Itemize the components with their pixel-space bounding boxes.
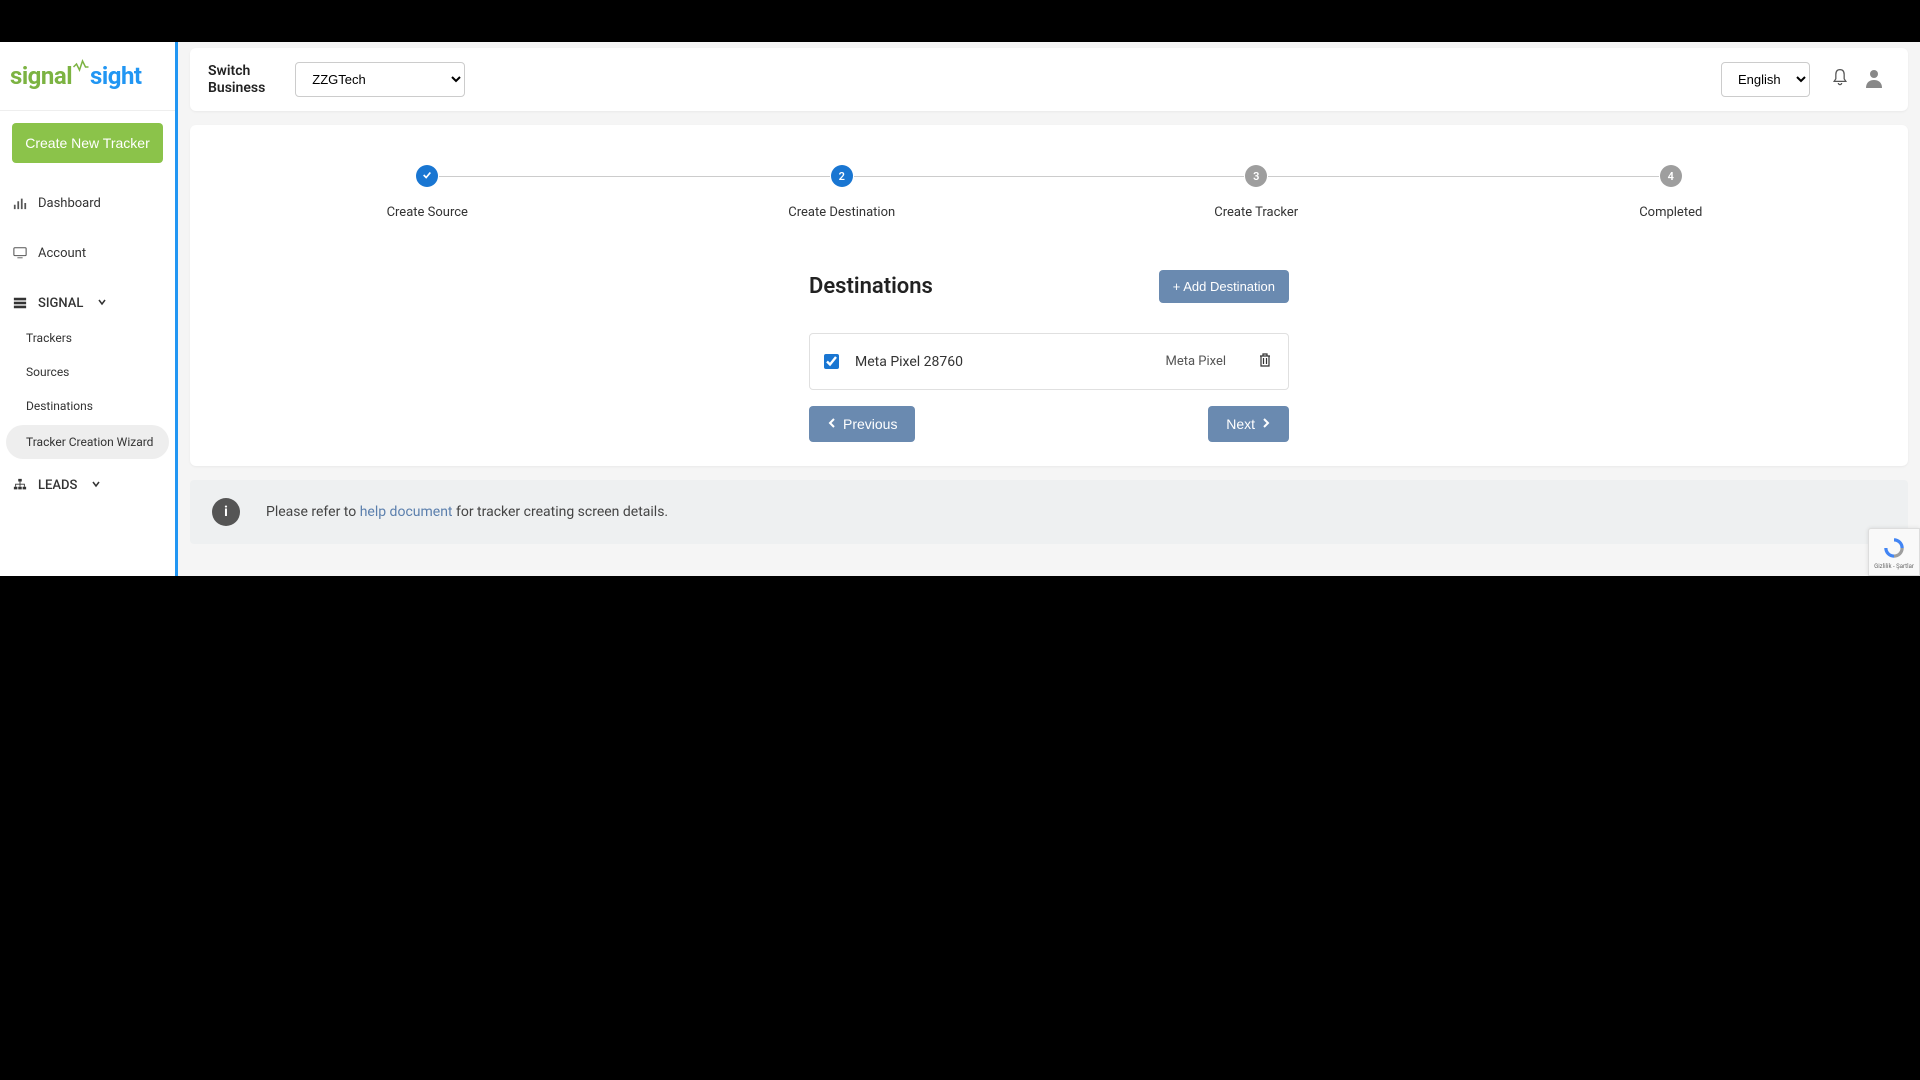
wizard-card: Create Source 2 Create Destination 3 Cre… xyxy=(190,125,1908,466)
user-menu-button[interactable] xyxy=(1858,62,1890,97)
sidebar-section-label: SIGNAL xyxy=(38,296,83,311)
sidebar-item-label: Sources xyxy=(26,365,69,379)
section-header: Destinations + Add Destination xyxy=(809,270,1289,303)
step-label: Completed xyxy=(1639,205,1702,220)
logo-wave-icon xyxy=(72,54,90,82)
step-label: Create Tracker xyxy=(1214,205,1298,220)
sidebar: signal sight Create New Tracker Dashboard… xyxy=(0,42,178,576)
create-new-tracker-button[interactable]: Create New Tracker xyxy=(12,123,163,163)
switch-business-label: Switch Business xyxy=(208,63,265,97)
chevron-down-icon xyxy=(91,478,101,493)
delete-destination-button[interactable] xyxy=(1256,350,1274,373)
next-button[interactable]: Next xyxy=(1208,406,1289,442)
destination-checkbox[interactable] xyxy=(824,354,839,369)
add-destination-button[interactable]: + Add Destination xyxy=(1159,270,1289,303)
button-label: Next xyxy=(1226,416,1255,432)
section-title: Destinations xyxy=(809,274,933,299)
info-pre: Please refer to xyxy=(266,504,360,520)
info-bar: i Please refer to help document for trac… xyxy=(190,480,1908,544)
nav-list: Dashboard Account SIGNAL Trackers Source… xyxy=(0,185,175,503)
step-circle: 2 xyxy=(831,165,853,187)
step-completed: 4 Completed xyxy=(1464,165,1879,220)
sidebar-section-label: LEADS xyxy=(38,478,77,493)
check-icon xyxy=(422,170,432,183)
step-create-source: Create Source xyxy=(220,165,635,220)
server-icon xyxy=(12,295,28,311)
step-circle: 4 xyxy=(1660,165,1682,187)
destination-row: Meta Pixel 28760 Meta Pixel xyxy=(809,333,1289,390)
sitemap-icon xyxy=(12,477,28,493)
previous-button[interactable]: Previous xyxy=(809,406,915,442)
sidebar-item-label: Destinations xyxy=(26,399,93,413)
help-document-link[interactable]: help document xyxy=(360,504,453,520)
monitor-icon xyxy=(12,245,28,261)
destination-type: Meta Pixel xyxy=(1165,354,1226,369)
sidebar-section-leads[interactable]: LEADS xyxy=(0,467,175,503)
sidebar-item-sources[interactable]: Sources xyxy=(0,355,175,389)
sidebar-item-dashboard[interactable]: Dashboard xyxy=(0,185,175,221)
step-label: Create Source xyxy=(387,205,468,220)
step-label: Create Destination xyxy=(788,205,895,220)
sidebar-item-label: Trackers xyxy=(26,331,72,345)
chevron-down-icon xyxy=(97,296,107,311)
recaptcha-badge: Gizlilik - Şartlar xyxy=(1868,528,1920,576)
language-select[interactable]: English xyxy=(1721,62,1810,97)
bar-chart-icon xyxy=(12,195,28,211)
sidebar-item-label: Tracker Creation Wizard xyxy=(26,435,153,449)
step-circle: 3 xyxy=(1245,165,1267,187)
destination-name: Meta Pixel 28760 xyxy=(855,354,1165,370)
sidebar-item-tracker-creation-wizard[interactable]: Tracker Creation Wizard xyxy=(6,425,169,459)
sidebar-item-label: Account xyxy=(38,246,86,261)
info-text: Please refer to help document for tracke… xyxy=(266,504,668,520)
button-label: Previous xyxy=(843,416,897,432)
logo-text-sight: sight xyxy=(90,62,141,90)
main-area: Switch Business ZZGTech English xyxy=(178,42,1920,576)
step-circle xyxy=(416,165,438,187)
recaptcha-terms: Gizlilik - Şartlar xyxy=(1874,563,1914,570)
chevron-left-icon xyxy=(827,416,837,432)
recaptcha-icon xyxy=(1881,535,1907,563)
step-create-destination: 2 Create Destination xyxy=(635,165,1050,220)
bell-icon xyxy=(1830,76,1850,91)
sidebar-item-label: Dashboard xyxy=(38,196,101,211)
step-connector xyxy=(439,176,830,177)
sidebar-item-trackers[interactable]: Trackers xyxy=(0,321,175,355)
notifications-button[interactable] xyxy=(1826,64,1854,95)
switch-label-line1: Switch xyxy=(208,63,265,80)
sidebar-item-destinations[interactable]: Destinations xyxy=(0,389,175,423)
switch-label-line2: Business xyxy=(208,80,265,97)
info-post: for tracker creating screen details. xyxy=(453,504,669,520)
logo-text-signal: signal xyxy=(10,62,72,90)
info-icon: i xyxy=(212,498,240,526)
user-icon xyxy=(1862,78,1886,93)
stepper: Create Source 2 Create Destination 3 Cre… xyxy=(220,165,1878,220)
step-create-tracker: 3 Create Tracker xyxy=(1049,165,1464,220)
sidebar-item-account[interactable]: Account xyxy=(0,235,175,271)
sidebar-section-signal[interactable]: SIGNAL xyxy=(0,285,175,321)
chevron-right-icon xyxy=(1261,416,1271,432)
destinations-section: Destinations + Add Destination Meta Pixe… xyxy=(779,270,1319,442)
wizard-nav-buttons: Previous Next xyxy=(809,406,1289,442)
topbar: Switch Business ZZGTech English xyxy=(190,48,1908,111)
step-connector xyxy=(854,176,1245,177)
step-connector xyxy=(1268,176,1659,177)
logo: signal sight xyxy=(0,42,175,111)
business-select[interactable]: ZZGTech xyxy=(295,62,465,97)
trash-icon xyxy=(1258,356,1272,371)
